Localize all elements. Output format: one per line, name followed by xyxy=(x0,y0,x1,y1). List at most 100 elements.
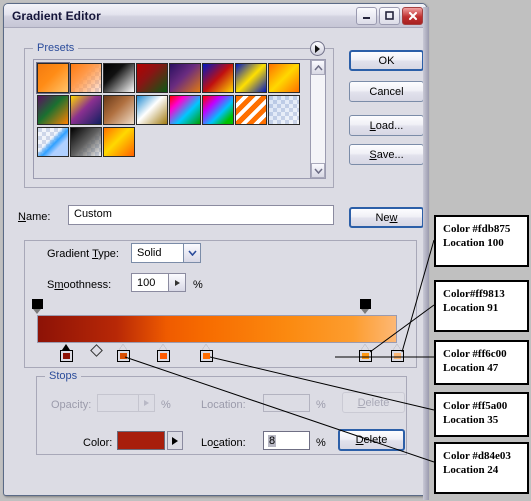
color-stop-pointer xyxy=(119,344,128,350)
opacity-location-label: Location: xyxy=(201,399,246,411)
color-stop-selected[interactable] xyxy=(59,344,73,362)
preset-swatch[interactable] xyxy=(36,62,70,94)
annotation-box: Color#ff9813 Location 91 xyxy=(434,280,529,332)
maximize-icon xyxy=(385,11,394,20)
opacity-stop-pointer xyxy=(360,309,369,314)
gradient-settings-group: Gradient Type: Solid Smoothness: 100 % xyxy=(24,240,417,368)
preset-swatch[interactable] xyxy=(235,95,267,125)
opacity-stop-left[interactable] xyxy=(32,299,43,314)
load-button[interactable]: Load... xyxy=(349,115,424,136)
name-input[interactable]: Custom xyxy=(68,205,334,225)
preset-swatch[interactable] xyxy=(235,63,267,93)
save-button[interactable]: Save... xyxy=(349,144,424,165)
color-stop-chip xyxy=(157,350,170,362)
gradient-editor-dialog: Gradient Editor Presets OK Cancel L oad.… xyxy=(3,3,429,500)
preset-swatch-area xyxy=(34,60,310,178)
opacity-stop-chip xyxy=(359,299,371,309)
smoothness-value: 100 xyxy=(137,276,156,289)
opacity-location-percent-label: % xyxy=(316,399,326,411)
presets-group: Presets xyxy=(24,41,334,188)
window-right-edge xyxy=(423,7,429,500)
opacity-input xyxy=(97,394,155,412)
preset-swatch[interactable] xyxy=(70,95,102,125)
preset-swatch[interactable] xyxy=(169,95,201,125)
right-triangle-icon xyxy=(144,400,149,406)
stops-group: Stops Opacity: % Location: % Delete Colo… xyxy=(36,370,407,455)
right-triangle-icon xyxy=(172,436,178,445)
smoothness-slider-button[interactable] xyxy=(168,274,185,291)
preset-swatch[interactable] xyxy=(136,63,168,93)
color-stop-chip xyxy=(117,350,131,362)
presets-list[interactable] xyxy=(33,59,326,179)
color-stop-5[interactable] xyxy=(358,344,372,362)
dropdown-arrow-button[interactable] xyxy=(183,244,200,262)
color-swatch[interactable] xyxy=(117,431,165,450)
smoothness-label: Smoothness: xyxy=(47,279,112,291)
annotation-location-text: Location 24 xyxy=(443,464,499,476)
annotation-box: Color #fdb875 Location 100 xyxy=(434,215,529,267)
color-location-input[interactable]: 8 xyxy=(263,431,310,450)
color-stop-pointer xyxy=(159,344,167,350)
preset-swatch[interactable] xyxy=(202,95,234,125)
scroll-up-button[interactable] xyxy=(311,60,325,75)
presets-scrollbar[interactable] xyxy=(310,60,325,178)
preset-swatch[interactable] xyxy=(70,63,102,93)
preset-swatch[interactable] xyxy=(103,127,135,157)
color-stop-pointer xyxy=(393,344,401,350)
gradient-preview-bar[interactable] xyxy=(37,315,397,343)
preset-swatch[interactable] xyxy=(103,63,135,93)
gradient-type-label: Gradient Type: xyxy=(47,248,119,260)
color-stop-3[interactable] xyxy=(157,344,170,362)
chevron-up-icon xyxy=(313,64,323,70)
preset-swatch[interactable] xyxy=(202,63,234,93)
color-label: Color: xyxy=(83,437,113,449)
preset-swatch[interactable] xyxy=(70,127,102,157)
color-location-percent-label: % xyxy=(316,437,326,449)
gradient-type-select[interactable]: Solid xyxy=(131,243,201,263)
chevron-down-icon xyxy=(313,168,323,174)
color-stop-pointer xyxy=(202,344,211,350)
color-location-value: 8 xyxy=(268,434,277,447)
smoothness-input[interactable]: 100 xyxy=(131,273,186,292)
color-location-label: Location: xyxy=(201,437,246,449)
color-stop-4[interactable] xyxy=(200,344,214,362)
maximize-button[interactable] xyxy=(379,6,400,25)
preset-swatch[interactable] xyxy=(268,95,300,125)
right-triangle-icon xyxy=(315,44,320,53)
new-button[interactable]: Ne w xyxy=(349,207,424,228)
title-bar[interactable]: Gradient Editor xyxy=(4,4,426,28)
preset-swatch[interactable] xyxy=(37,95,69,125)
minimize-button[interactable] xyxy=(356,6,377,25)
annotation-location-text: Location 91 xyxy=(443,302,499,314)
presets-legend: Presets xyxy=(33,42,79,54)
window-title: Gradient Editor xyxy=(12,8,101,23)
annotation-box: Color #d84e03 Location 24 xyxy=(434,442,529,494)
ok-button[interactable]: OK xyxy=(349,50,424,71)
color-stop-6[interactable] xyxy=(391,344,404,362)
preset-swatch[interactable] xyxy=(169,63,201,93)
preset-swatch[interactable] xyxy=(103,95,135,125)
close-button[interactable] xyxy=(402,6,423,25)
color-dropdown-button[interactable] xyxy=(167,431,183,450)
color-stop-chip xyxy=(358,350,372,362)
opacity-stop-chip xyxy=(32,299,43,309)
annotation-color-text: Color#ff9813 xyxy=(443,288,505,300)
color-stop-2[interactable] xyxy=(117,344,131,362)
preset-swatch[interactable] xyxy=(268,63,300,93)
color-stop-chip xyxy=(391,350,404,362)
preset-swatch[interactable] xyxy=(136,95,168,125)
delete-opacity-stop-button: Delete xyxy=(342,392,405,413)
opacity-stop-right[interactable] xyxy=(359,299,371,314)
scroll-down-button[interactable] xyxy=(311,163,325,178)
color-stop-pointer xyxy=(360,344,369,350)
delete-color-stop-button[interactable]: Delete xyxy=(338,429,405,451)
presets-menu-button[interactable] xyxy=(310,41,325,56)
right-triangle-icon xyxy=(174,279,180,286)
stops-legend: Stops xyxy=(45,370,82,382)
midpoint-marker[interactable] xyxy=(89,344,103,357)
annotation-color-text: Color #d84e03 xyxy=(443,450,511,462)
chevron-down-icon xyxy=(187,250,197,256)
cancel-button[interactable]: Cancel xyxy=(349,81,424,102)
preset-swatch[interactable] xyxy=(37,127,69,157)
name-label: Name: xyxy=(18,211,51,223)
